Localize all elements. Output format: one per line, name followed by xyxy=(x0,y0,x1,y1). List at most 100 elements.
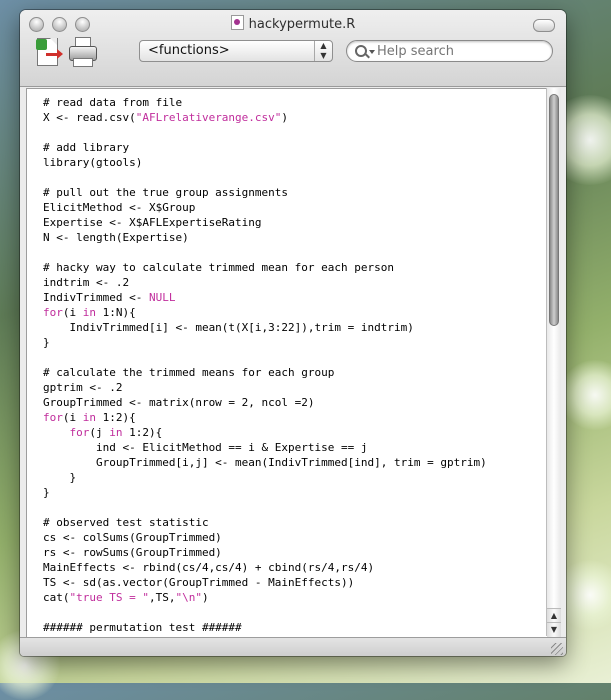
printer-icon[interactable] xyxy=(68,37,97,69)
code-line: } xyxy=(43,470,487,485)
code-token: N <- length(Expertise) xyxy=(43,231,189,244)
code-token: ElicitMethod <- X$Group xyxy=(43,201,196,214)
code-keyword: in xyxy=(82,411,96,424)
code-line: X <- read.csv("AFLrelativerange.csv") xyxy=(43,110,487,125)
code-token: cat( xyxy=(43,591,70,604)
code-token: ind <- ElicitMethod == i & Expertise == … xyxy=(43,441,368,454)
code-line: MainEffects <- rbind(cs/4,cs/4) + cbind(… xyxy=(43,560,487,575)
code-token: ) xyxy=(201,591,209,604)
popup-arrows-icon: ▲ ▼ xyxy=(314,41,332,61)
code-line: IndivTrimmed[i] <- mean(t(X[i,3:22]),tri… xyxy=(43,320,487,335)
window-title-text: hackypermute.R xyxy=(248,17,356,32)
code-line: for(j in 1:2){ xyxy=(43,425,487,440)
code-line: cs <- colSums(GroupTrimmed) xyxy=(43,530,487,545)
functions-popup[interactable]: <functions> ▲ ▼ xyxy=(139,40,333,62)
code-string: "\n" xyxy=(175,591,202,604)
help-search[interactable] xyxy=(346,40,553,62)
code-token: ###### permutation test ###### xyxy=(43,621,242,634)
code-token: IndivTrimmed <- xyxy=(43,291,149,304)
code-line: # pull out the true group assignments xyxy=(43,185,487,200)
code-token: ) xyxy=(281,111,289,124)
code-token: MainEffects <- rbind(cs/4,cs/4) + cbind(… xyxy=(43,561,375,574)
code-token: (j xyxy=(89,426,110,439)
scroll-down-arrow-icon[interactable]: ▼ xyxy=(547,622,561,637)
help-search-input[interactable] xyxy=(377,42,547,60)
code-line: ###### permutation test ###### xyxy=(43,620,487,635)
code-keyword: in xyxy=(109,426,123,439)
new-document-icon[interactable] xyxy=(34,37,63,69)
vertical-scrollbar[interactable]: ▲ ▼ xyxy=(546,88,561,637)
scrollbar-thumb[interactable] xyxy=(549,94,559,326)
code-token: 1:2){ xyxy=(96,411,136,424)
code-line: indtrim <- .2 xyxy=(43,275,487,290)
code-token: # pull out the true group assignments xyxy=(43,186,289,199)
code-token: # observed test statistic xyxy=(43,516,209,529)
code-line: Expertise <- X$AFLExpertiseRating xyxy=(43,215,487,230)
status-bar xyxy=(20,637,566,656)
functions-popup-label: <functions> xyxy=(148,43,230,58)
code-token: X <- read.csv( xyxy=(43,111,136,124)
titlebar: hackypermute.R <functions> ▲ ▼ xyxy=(20,10,566,87)
code-string: "AFLrelativerange.csv" xyxy=(135,111,282,124)
window-title: hackypermute.R xyxy=(20,15,566,32)
code-keyword: for xyxy=(43,306,63,319)
code-line: gptrim <- .2 xyxy=(43,380,487,395)
code-line: library(gtools) xyxy=(43,155,487,170)
code-line: # add library xyxy=(43,140,487,155)
code-token: indtrim <- .2 xyxy=(43,276,130,289)
scroll-up-arrow-icon[interactable]: ▲ xyxy=(547,608,561,623)
code-line: ElicitMethod <- X$Group xyxy=(43,200,487,215)
code-token: # add library xyxy=(43,141,130,154)
code-token: 1:2){ xyxy=(122,426,163,439)
code-token: TS <- sd(as.vector(GroupTrimmed - MainEf… xyxy=(43,576,355,589)
code-text: # read data from file X <- read.csv("AFLr… xyxy=(43,95,487,635)
code-line: rs <- rowSums(GroupTrimmed) xyxy=(43,545,487,560)
code-token: GroupTrimmed[i,j] <- mean(IndivTrimmed[i… xyxy=(43,456,487,469)
code-token: rs <- rowSums(GroupTrimmed) xyxy=(43,546,222,559)
code-token: Expertise <- X$AFLExpertiseRating xyxy=(43,216,262,229)
search-menu-chevron-icon[interactable] xyxy=(369,50,375,54)
code-keyword: in xyxy=(82,306,96,319)
code-token: library(gtools) xyxy=(43,156,143,169)
search-icon xyxy=(355,45,367,57)
code-token: gptrim <- .2 xyxy=(43,381,123,394)
code-token: GroupTrimmed <- matrix(nrow = 2, ncol =2… xyxy=(43,396,315,409)
code-line: # observed test statistic xyxy=(43,515,487,530)
code-token: # read data from file xyxy=(43,96,183,109)
code-keyword: for xyxy=(69,426,90,439)
code-line: # calculate the trimmed means for each g… xyxy=(43,365,487,380)
code-token: } xyxy=(43,471,77,484)
code-token: IndivTrimmed[i] <- mean(t(X[i,3:22]),tri… xyxy=(43,321,414,334)
code-token: 1:N){ xyxy=(96,306,136,319)
code-line: GroupTrimmed[i,j] <- mean(IndivTrimmed[i… xyxy=(43,455,487,470)
code-string: "true TS = " xyxy=(69,591,149,604)
code-line: cat("true TS = ",TS,"\n") xyxy=(43,590,487,605)
resize-grip-icon[interactable] xyxy=(551,643,563,655)
code-line: for(i in 1:2){ xyxy=(43,410,487,425)
code-line: ind <- ElicitMethod == i & Expertise == … xyxy=(43,440,487,455)
code-line: } xyxy=(43,485,487,500)
code-line: } xyxy=(43,335,487,350)
code-line: # hacky way to calculate trimmed mean fo… xyxy=(43,260,487,275)
code-editor[interactable]: # read data from file X <- read.csv("AFLr… xyxy=(26,88,548,638)
code-line: for(i in 1:N){ xyxy=(43,305,487,320)
code-token: cs <- colSums(GroupTrimmed) xyxy=(43,531,222,544)
code-line: N <- length(Expertise) xyxy=(43,230,487,245)
code-token: (i xyxy=(62,411,83,424)
code-keyword: NULL xyxy=(148,291,176,304)
code-line: IndivTrimmed <- NULL xyxy=(43,290,487,305)
code-token: } xyxy=(43,486,50,499)
code-token: # hacky way to calculate trimmed mean fo… xyxy=(43,261,394,274)
r-file-icon xyxy=(230,15,244,30)
background-flower xyxy=(560,360,611,430)
code-token: ,TS, xyxy=(148,591,176,604)
toolbar-toggle-button[interactable] xyxy=(533,19,555,32)
code-line: # read data from file xyxy=(43,95,487,110)
